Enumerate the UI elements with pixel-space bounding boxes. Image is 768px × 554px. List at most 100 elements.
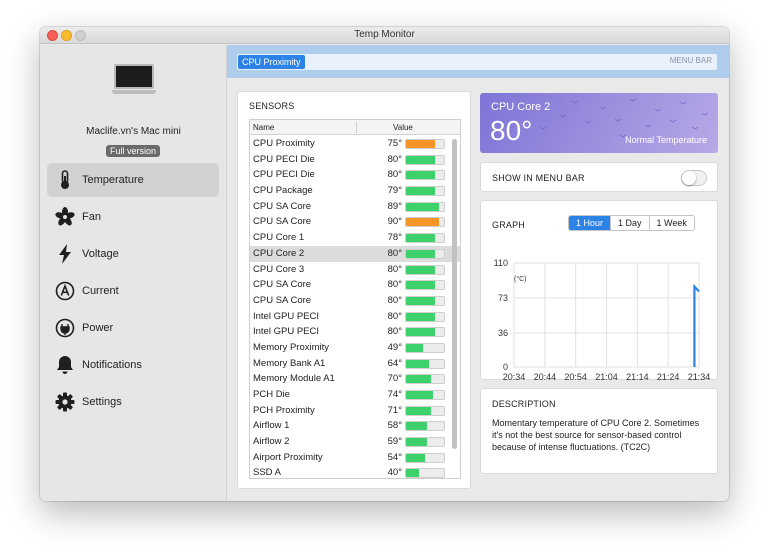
sensor-value: 90° xyxy=(387,216,402,228)
column-header-name[interactable]: Name xyxy=(253,123,274,132)
table-row[interactable]: Memory Proximity 49° xyxy=(250,340,460,356)
table-row[interactable]: PCH Proximity 71° xyxy=(250,403,460,419)
table-row[interactable]: CPU PECI Die 80° xyxy=(250,152,460,168)
lightning-icon xyxy=(54,243,76,265)
sensor-value: 64° xyxy=(387,357,402,369)
fan-icon xyxy=(54,206,76,228)
sensor-level-fill xyxy=(406,359,429,368)
sensor-name: Memory Proximity xyxy=(253,341,330,353)
table-row[interactable]: CPU SA Core 90° xyxy=(250,214,460,230)
table-row[interactable]: PCH Die 74° xyxy=(250,387,460,403)
sensor-level-fill xyxy=(406,187,435,196)
sensor-level-fill xyxy=(406,391,433,399)
sensor-name: PCH Die xyxy=(253,389,290,400)
sensor-name: Memory Bank A1 xyxy=(253,357,326,369)
sensor-level-bar xyxy=(405,264,445,275)
sensor-level-bar xyxy=(405,468,445,478)
table-row[interactable]: CPU SA Core 80° xyxy=(250,277,460,293)
sensor-name: CPU Proximity xyxy=(253,138,315,149)
table-row[interactable]: Memory Module A1 70° xyxy=(250,371,460,387)
sidebar-item-notifications[interactable]: Notifications xyxy=(47,348,219,382)
sensor-value: 70° xyxy=(387,373,402,385)
sensor-level-bar xyxy=(405,295,445,306)
scrollbar-thumb[interactable] xyxy=(452,139,457,449)
license-badge: Full version xyxy=(106,145,161,157)
table-row[interactable]: CPU Core 2 80° xyxy=(250,245,460,262)
sensor-name: Memory Module A1 xyxy=(253,373,335,385)
table-row[interactable]: CPU Core 1 78° xyxy=(250,230,460,246)
y-tick-label: 110 xyxy=(494,258,508,268)
graph-panel: GRAPH 1 Hour 1 Day 1 Week 0 36 73 110 20:34 2… xyxy=(480,200,718,381)
show-in-menu-bar-toggle[interactable] xyxy=(681,170,707,186)
main-content: CPU Proximity MENU BAR SENSORS Name Valu… xyxy=(227,45,729,501)
sensor-level-fill xyxy=(406,375,432,384)
column-header-value[interactable]: Value xyxy=(393,123,413,132)
sensor-value: 74° xyxy=(387,389,402,400)
sensor-level-bar xyxy=(405,311,445,322)
sensor-level-bar xyxy=(405,139,445,149)
table-row[interactable]: Airflow 1 58° xyxy=(250,418,460,434)
sidebar-item-label: Fan xyxy=(82,211,101,223)
sensor-name: Airflow 2 xyxy=(253,436,290,448)
table-row[interactable]: Airport Proximity 54° xyxy=(250,450,460,466)
menu-bar-preview: CPU Proximity MENU BAR xyxy=(237,54,717,70)
table-row[interactable]: CPU Package 79° xyxy=(250,183,460,199)
selected-sensor-name: CPU Core 2 xyxy=(491,101,551,113)
table-row[interactable]: CPU Core 3 80° xyxy=(250,262,460,278)
menu-bar-label: MENU BAR xyxy=(669,56,712,65)
sensor-level-fill xyxy=(406,281,435,290)
sidebar-item-label: Power xyxy=(82,322,114,334)
sensor-level-bar xyxy=(405,374,445,385)
sensor-level-fill xyxy=(406,343,424,352)
sensor-level-fill xyxy=(406,234,435,243)
sidebar-item-power[interactable]: Power xyxy=(47,311,219,345)
sensor-value: 80° xyxy=(387,279,402,291)
x-tick-label: 20:54 xyxy=(564,372,587,381)
table-row[interactable]: Intel GPU PECI 80° xyxy=(250,309,460,325)
sensor-level-fill xyxy=(406,453,425,462)
sensor-value: 80° xyxy=(387,263,402,275)
table-row[interactable]: CPU PECI Die 80° xyxy=(250,167,460,183)
scrollbar[interactable] xyxy=(452,139,457,476)
sidebar-item-label: Settings xyxy=(82,396,122,408)
sidebar-item-current[interactable]: Current xyxy=(47,274,219,308)
table-row[interactable]: Intel GPU PECI 80° xyxy=(250,324,460,340)
sensor-value: 49° xyxy=(387,341,402,353)
table-row[interactable]: SSD A 40° xyxy=(250,465,460,479)
description-panel: DESCRIPTION Momentary temperature of CPU… xyxy=(480,388,718,474)
sensor-name: CPU SA Core xyxy=(253,294,312,306)
sidebar-item-fan[interactable]: Fan xyxy=(47,200,219,234)
table-row[interactable]: Airflow 2 59° xyxy=(250,434,460,450)
y-tick-label: 36 xyxy=(498,328,508,338)
sensor-name: Intel GPU PECI xyxy=(253,310,319,322)
sensor-value: 40° xyxy=(387,467,402,479)
thermometer-icon xyxy=(54,169,76,191)
temperature-status: Normal Temperature xyxy=(625,135,707,145)
sidebar-item-temperature[interactable]: Temperature xyxy=(47,163,219,197)
sensor-level-fill xyxy=(406,296,435,305)
sidebar-item-settings[interactable]: Settings xyxy=(47,385,219,419)
table-row[interactable]: Memory Bank A1 64° xyxy=(250,356,460,372)
sensor-name: PCH Proximity xyxy=(253,404,315,416)
sensor-level-fill xyxy=(406,202,439,211)
sidebar-item-voltage[interactable]: Voltage xyxy=(47,237,219,271)
table-body: CPU Proximity 75° CPU PECI Die 80° CPU PECI … xyxy=(250,136,460,479)
sensor-level-bar xyxy=(405,452,445,463)
y-axis-unit-label: (°C) xyxy=(514,275,527,283)
sensor-value: 80° xyxy=(387,153,402,165)
table-row[interactable]: CPU SA Core 89° xyxy=(250,199,460,215)
sensor-level-bar xyxy=(405,327,445,338)
temperature-graph: 0 36 73 110 20:34 20:44 20:54 21:04 21:14 21:24 21… xyxy=(494,258,711,381)
table-row[interactable]: CPU SA Core 80° xyxy=(250,293,460,309)
sidebar-item-label: Current xyxy=(82,285,119,297)
sensor-level-bar xyxy=(405,186,445,197)
table-row[interactable]: CPU Proximity 75° xyxy=(250,136,460,152)
bell-icon xyxy=(54,354,76,376)
y-tick-label: 0 xyxy=(503,362,508,372)
sensor-name: SSD A xyxy=(253,467,281,479)
window-title: Temp Monitor xyxy=(354,29,415,40)
menu-bar-item[interactable]: CPU Proximity xyxy=(238,55,305,69)
device-name: Maclife.vn's Mac mini xyxy=(86,126,181,137)
sensors-title: SENSORS xyxy=(249,101,295,111)
sensor-name: Intel GPU PECI xyxy=(253,326,319,338)
